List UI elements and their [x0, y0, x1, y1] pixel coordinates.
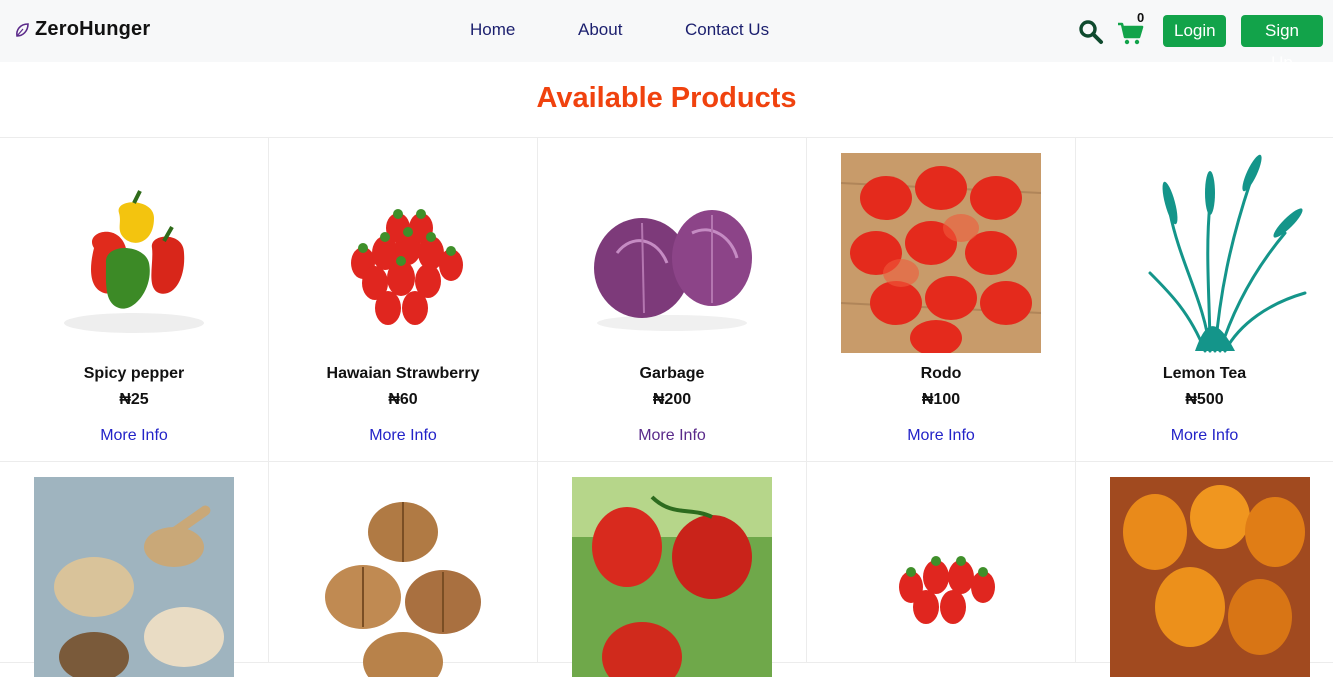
- product-card: [807, 462, 1076, 662]
- product-price: ₦500: [1185, 391, 1224, 408]
- product-price: ₦60: [388, 391, 418, 408]
- product-card: Garbage ₦200 More Info: [538, 138, 807, 461]
- cart-count-badge: 0: [1137, 10, 1145, 25]
- product-name: Garbage: [639, 365, 705, 382]
- more-info-link[interactable]: More Info: [0, 427, 268, 445]
- more-info-link[interactable]: More Info: [538, 427, 806, 445]
- product-price: ₦100: [921, 391, 961, 408]
- product-name: Spicy pepper: [83, 365, 185, 382]
- purple-cabbage-image: [594, 210, 752, 331]
- strawberries-image: [899, 556, 995, 624]
- strawberries-image: [351, 209, 463, 325]
- nav-about-link[interactable]: About: [578, 20, 622, 40]
- page-title: Available Products: [536, 82, 797, 114]
- more-info-link[interactable]: More Info: [1076, 427, 1333, 445]
- nav-contact-link[interactable]: Contact Us: [685, 20, 769, 40]
- bell-peppers-image: [64, 190, 204, 333]
- search-icon[interactable]: [1078, 19, 1104, 45]
- login-button[interactable]: Login: [1163, 15, 1226, 47]
- product-card: [538, 462, 807, 677]
- signup-button[interactable]: Sign Up: [1241, 15, 1323, 72]
- grains-image: [34, 477, 234, 677]
- product-row: [0, 462, 1333, 677]
- lemongrass-image: [1148, 154, 1307, 353]
- navbar: ZeroHunger Home About Contact Us 0 Login…: [0, 0, 1333, 72]
- product-name: Rodo: [920, 365, 962, 382]
- more-info-link[interactable]: More Info: [807, 427, 1075, 445]
- walnuts-image: [325, 502, 481, 677]
- product-card: Spicy pepper ₦25 More Info: [0, 138, 269, 461]
- red-habanero-image: [841, 153, 1041, 353]
- nav-home-link[interactable]: Home: [470, 20, 515, 40]
- product-card: [1076, 462, 1333, 677]
- product-name: Hawaian Strawberry: [326, 365, 480, 382]
- product-price: ₦25: [119, 391, 149, 408]
- more-info-link[interactable]: More Info: [269, 427, 537, 445]
- orange-fruits-image: [1110, 477, 1310, 677]
- product-price: ₦200: [652, 391, 692, 408]
- product-card: Lemon Tea ₦500 More Info: [1076, 138, 1333, 461]
- tomatoes-image: [572, 477, 772, 677]
- product-name: Lemon Tea: [1162, 365, 1247, 382]
- product-card: [269, 462, 538, 677]
- product-grid: Spicy pepper ₦25 More Info Hawaian Straw…: [0, 137, 1333, 677]
- product-card: Rodo ₦100 More Info: [807, 138, 1076, 461]
- product-card: Hawaian Strawberry ₦60 More Info: [269, 138, 538, 461]
- product-row: Spicy pepper ₦25 More Info Hawaian Straw…: [0, 138, 1333, 462]
- product-card: [0, 462, 269, 677]
